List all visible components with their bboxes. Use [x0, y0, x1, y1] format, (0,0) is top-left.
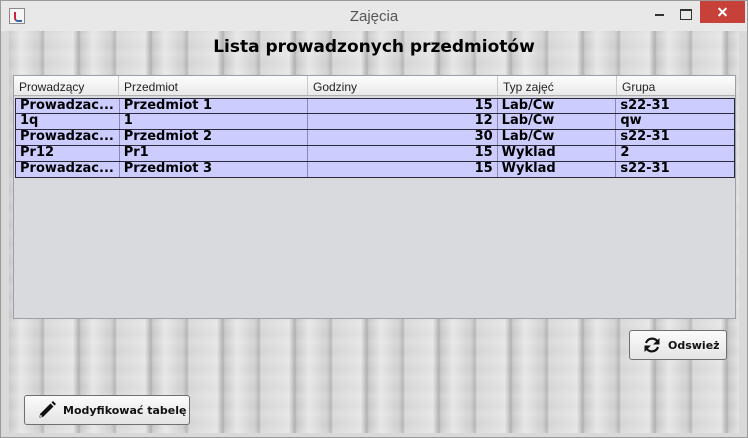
cell-prowadzacy: Prowadzac...	[16, 130, 120, 145]
courses-table[interactable]: Prowadzący Przedmiot Godziny Typ zajęć G…	[13, 75, 736, 319]
title-bar[interactable]: Zajęcia	[1, 1, 747, 31]
refresh-button[interactable]: Odswież	[629, 330, 727, 360]
cell-przedmiot: Przedmiot 2	[120, 130, 309, 145]
table-row[interactable]: Prowadzac... Przedmiot 3 15 Wyklad s22-3…	[15, 162, 735, 178]
table-row[interactable]: Prowadzac... Przedmiot 1 15 Lab/Cw s22-3…	[15, 98, 735, 114]
cell-typ-zajec: Wyklad	[498, 146, 617, 161]
window-title: Zajęcia	[349, 8, 399, 25]
cell-grupa: s22-31	[620, 99, 670, 113]
app-window: Zajęcia Lista prowadzonych przedmiotów P…	[0, 0, 748, 438]
cell-grupa: qw	[620, 114, 642, 128]
cell-prowadzacy: Pr12	[16, 146, 120, 161]
minimize-button[interactable]	[646, 1, 672, 23]
content-panel: Lista prowadzonych przedmiotów Prowadząc…	[9, 31, 739, 433]
table-row[interactable]: Prowadzac... Przedmiot 2 30 Lab/Cw s22-3…	[15, 130, 735, 146]
column-header-przedmiot[interactable]: Przedmiot	[119, 76, 308, 95]
close-button[interactable]	[700, 1, 745, 23]
page-title: Lista prowadzonych przedmiotów	[213, 37, 535, 57]
refresh-icon	[642, 335, 662, 355]
modify-table-button[interactable]: Modyfikować tabelę	[24, 395, 190, 425]
cell-godziny: 15	[308, 162, 498, 177]
cell-prowadzacy: Prowadzac...	[16, 99, 120, 113]
cell-grupa: s22-31	[620, 130, 670, 144]
refresh-button-label: Odswież	[668, 338, 720, 352]
cell-przedmiot: Przedmiot 1	[120, 99, 309, 113]
cell-typ-zajec: Wyklad	[498, 162, 617, 177]
cell-godziny: 15	[308, 99, 498, 113]
cell-godziny: 30	[308, 130, 498, 145]
table-row[interactable]: Pr12 Pr1 15 Wyklad 2	[15, 146, 735, 162]
cell-grupa: s22-31	[620, 162, 670, 176]
table-header: Prowadzący Przedmiot Godziny Typ zajęć G…	[14, 76, 735, 96]
cell-typ-zajec: Lab/Cw	[498, 114, 617, 129]
table-row[interactable]: 1q 1 12 Lab/Cw qw	[15, 114, 735, 130]
cell-prowadzacy: Prowadzac...	[16, 162, 120, 177]
cell-grupa: 2	[620, 146, 630, 160]
cell-godziny: 12	[308, 114, 498, 129]
modify-table-button-label: Modyfikować tabelę	[63, 403, 187, 417]
column-header-typ-zajec[interactable]: Typ zajęć	[498, 76, 617, 95]
pencil-icon	[37, 400, 57, 420]
cell-prowadzacy: 1q	[16, 114, 120, 129]
column-header-prowadzacy[interactable]: Prowadzący	[14, 76, 119, 95]
maximize-button[interactable]	[672, 1, 698, 23]
cell-przedmiot: Przedmiot 3	[120, 162, 309, 177]
cell-przedmiot: Pr1	[120, 146, 309, 161]
cell-typ-zajec: Lab/Cw	[498, 130, 617, 145]
table-body: Prowadzac... Przedmiot 1 15 Lab/Cw s22-3…	[15, 98, 735, 178]
cell-przedmiot: 1	[120, 114, 309, 129]
column-header-grupa[interactable]: Grupa	[617, 76, 735, 95]
cell-typ-zajec: Lab/Cw	[498, 99, 617, 113]
cell-godziny: 15	[308, 146, 498, 161]
column-header-godziny[interactable]: Godziny	[308, 76, 498, 95]
